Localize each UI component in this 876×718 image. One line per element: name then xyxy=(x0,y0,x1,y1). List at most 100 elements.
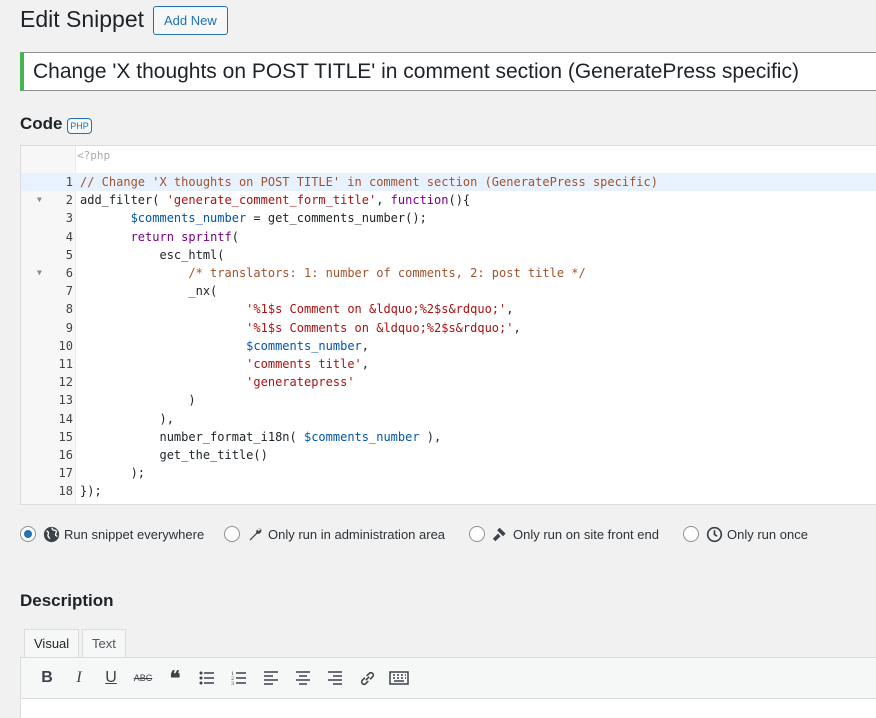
code-token: }); xyxy=(80,484,102,499)
code-text: 'comments title', xyxy=(80,355,369,373)
code-text: ), xyxy=(80,410,174,428)
code-text: '%1$s Comment on &ldquo;%2$s&rdquo;', xyxy=(80,300,513,318)
tab-visual[interactable]: Visual xyxy=(24,629,80,658)
code-text: $comments_number, xyxy=(80,337,369,355)
code-token: , xyxy=(376,193,391,208)
code-line: 9 '%1$s Comments on &ldquo;%2$s&rdquo;', xyxy=(21,319,876,337)
radio-button[interactable] xyxy=(469,526,485,542)
align-right-icon[interactable] xyxy=(319,663,351,693)
blockquote-icon[interactable]: ❝ xyxy=(159,663,191,693)
code-text: esc_html( xyxy=(80,246,225,264)
scope-option-label: Only run once xyxy=(727,526,808,542)
align-center-icon[interactable] xyxy=(287,663,319,693)
radio-button[interactable] xyxy=(683,526,699,542)
hammer-icon xyxy=(491,525,509,543)
editor-toolbar: B I U ABC ❝ 1 2 3 xyxy=(20,657,876,699)
code-line: ▼ 2 add_filter( 'generate_comment_form_tit… xyxy=(21,191,876,209)
line-number: 16 xyxy=(58,448,73,462)
code-text: $comments_number = get_comments_number()… xyxy=(80,209,427,227)
line-number: 18 xyxy=(58,484,73,499)
code-text: ); xyxy=(80,464,145,482)
code-token: esc_html( xyxy=(80,247,225,262)
code-token: '%1$s Comments on &ldquo;%2$s&rdquo;' xyxy=(246,320,514,335)
code-token: 'generate_comment_form_title' xyxy=(166,193,377,208)
code-token: = get_comments_number(); xyxy=(246,211,427,226)
wrench-icon xyxy=(246,525,264,543)
scope-option-label: Only run in administration area xyxy=(268,526,446,542)
code-line: 14 ), xyxy=(21,410,876,428)
code-token: , xyxy=(361,357,369,371)
code-token: , xyxy=(513,320,521,335)
line-number: 10 xyxy=(58,338,73,353)
page-title: Edit Snippet xyxy=(20,6,145,32)
underline-icon[interactable]: U xyxy=(95,663,127,693)
svg-text:3: 3 xyxy=(231,681,234,686)
line-number: 3 xyxy=(65,211,73,226)
underline-glyph: U xyxy=(105,669,117,686)
code-text: 'generatepress' xyxy=(80,373,355,391)
code-line: 4 return sprintf( xyxy=(21,228,876,246)
scope-radio-group: Run snippet everywhere Only run in admini… xyxy=(20,524,876,544)
bold-icon[interactable]: B xyxy=(31,663,63,693)
italic-icon[interactable]: I xyxy=(63,663,95,693)
code-line: 13 ) xyxy=(21,391,876,409)
tab-text[interactable]: Text xyxy=(82,629,126,658)
description-heading: Description xyxy=(20,591,114,610)
bullet-list-icon[interactable] xyxy=(191,663,223,693)
radio-button[interactable] xyxy=(224,526,240,542)
clock-icon xyxy=(705,525,723,543)
code-token: return xyxy=(130,229,174,244)
code-editor[interactable]: <?php 1 // Change 'X thoughts on POST TIT… xyxy=(20,145,876,505)
code-token: $comments_number xyxy=(130,211,247,226)
radio-button[interactable] xyxy=(20,526,36,542)
line-number: 5 xyxy=(65,247,73,262)
line-number: 1 xyxy=(65,175,73,189)
code-text: return sprintf( xyxy=(80,228,239,246)
code-token: number_format_i18n( xyxy=(80,429,304,444)
strikethrough-glyph: ABC xyxy=(133,673,153,683)
link-icon[interactable] xyxy=(351,663,383,693)
description-content-area[interactable] xyxy=(20,699,876,718)
code-line: 5 esc_html( xyxy=(21,246,876,264)
code-token: ); xyxy=(80,466,146,481)
code-token: function xyxy=(390,193,449,208)
code-line: 15 number_format_i18n( $comments_number … xyxy=(21,428,876,446)
scope-option[interactable]: Run snippet everywhere xyxy=(20,524,204,544)
code-text: add_filter( 'generate_comment_form_title… xyxy=(80,191,470,209)
code-line: 1 // Change 'X thoughts on POST TITLE' in… xyxy=(21,173,876,191)
code-line: 16 get_the_title() xyxy=(21,446,876,464)
scope-option[interactable]: Only run on site front end xyxy=(469,524,659,544)
blockquote-glyph: ❝ xyxy=(169,666,181,690)
scope-option[interactable]: Only run once xyxy=(683,524,808,544)
code-token: ), xyxy=(80,411,174,426)
line-number: 14 xyxy=(58,411,73,426)
scope-option[interactable]: Only run in administration area xyxy=(224,524,445,544)
line-number: 9 xyxy=(65,320,73,335)
add-new-button[interactable]: Add New xyxy=(153,6,228,35)
code-line: 3 $comments_number = get_comments_number… xyxy=(21,209,876,227)
italic-glyph: I xyxy=(76,669,82,686)
php-open-tag: <?php xyxy=(77,149,111,162)
code-token: add_filter( xyxy=(80,193,167,208)
line-number: 15 xyxy=(58,429,73,444)
code-line: 8 '%1$s Comment on &ldquo;%2$s&rdquo;', xyxy=(21,300,876,318)
code-line: 7 _nx( xyxy=(21,282,876,300)
strikethrough-icon[interactable]: ABC xyxy=(127,663,159,693)
code-heading: Code xyxy=(20,114,63,133)
keyboard-icon[interactable] xyxy=(383,663,415,693)
line-number: 4 xyxy=(65,229,73,244)
code-token: 'generatepress' xyxy=(246,375,355,390)
globe-icon xyxy=(42,525,60,543)
code-token: get_the_title() xyxy=(80,448,268,462)
code-text: }); xyxy=(80,482,102,500)
numbered-list-icon[interactable]: 123 xyxy=(223,663,255,693)
align-left-icon[interactable] xyxy=(255,663,287,693)
scope-option-label: Run snippet everywhere xyxy=(64,526,205,542)
snippet-title-input[interactable]: Change 'X thoughts on POST TITLE' in com… xyxy=(20,52,876,91)
code-token: '%1$s Comment on &ldquo;%2$s&rdquo;' xyxy=(246,302,507,317)
